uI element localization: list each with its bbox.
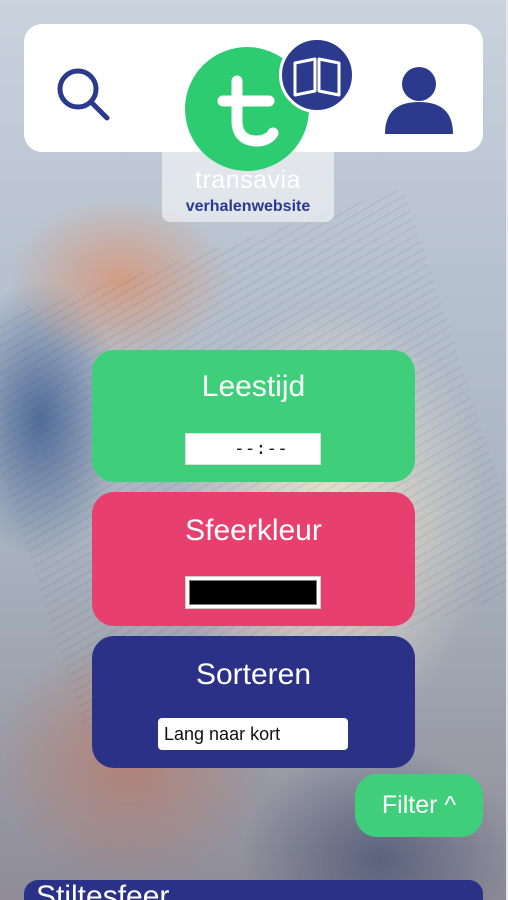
brand-subtitle: verhalenwebsite (185, 198, 311, 215)
filter-toggle-button[interactable]: Filter ^ (355, 774, 483, 837)
search-icon[interactable] (54, 66, 110, 122)
mood-color-card: Sfeerkleur (92, 492, 415, 626)
story-card[interactable]: Stiltesfeer (24, 880, 483, 900)
story-card-title: Stiltesfeer (36, 880, 170, 900)
sort-label: Sorteren (195, 658, 312, 691)
mood-color-label: Sfeerkleur (185, 514, 322, 547)
reading-time-card: Leestijd --:-- (92, 350, 415, 482)
mood-color-swatch (189, 580, 317, 605)
mood-color-picker[interactable] (185, 576, 321, 609)
reading-time-input[interactable]: --:-- (185, 433, 321, 465)
user-icon[interactable] (383, 64, 455, 136)
brand-name: transavia (195, 166, 301, 194)
book-icon (279, 37, 355, 113)
sort-card: Sorteren Lang naar kort (92, 636, 415, 768)
sort-select[interactable]: Lang naar kort (158, 718, 348, 750)
reading-time-label: Leestijd (201, 370, 306, 403)
